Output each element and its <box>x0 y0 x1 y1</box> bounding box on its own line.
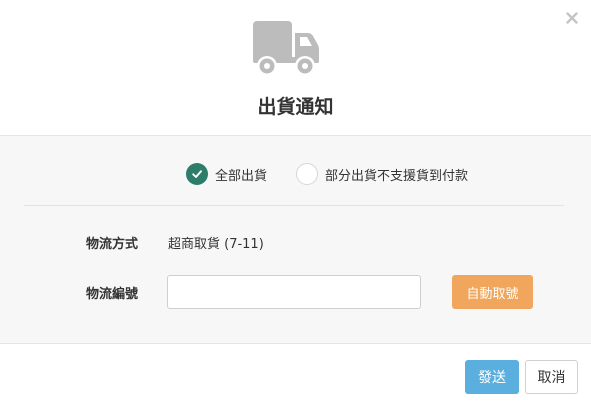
radio-ship-partial[interactable]: 部分出貨不支援貨到付款 <box>296 163 468 185</box>
shipping-option-group: 全部出貨 部分出貨不支援貨到付款 <box>0 163 591 187</box>
radio-unchecked-indicator <box>296 163 318 185</box>
tracking-number-input[interactable] <box>167 275 421 309</box>
radio-ship-partial-label: 部分出貨不支援貨到付款 <box>325 168 469 184</box>
check-icon <box>192 170 202 178</box>
send-button[interactable]: 發送 <box>465 360 519 394</box>
tracking-number-label: 物流編號 <box>86 287 139 302</box>
dialog-footer: 發送 取消 <box>0 345 591 405</box>
truck-icon <box>253 21 319 76</box>
logistics-method-label: 物流方式 <box>86 237 139 252</box>
shipping-notice-dialog: 出貨通知 全部出貨 部分出貨不支援貨到付款 物流方式 超商取貨 (7-11) 物… <box>0 0 591 405</box>
dialog-title: 出貨通知 <box>257 96 334 118</box>
radio-checked-indicator <box>186 163 208 185</box>
logistics-method-value: 超商取貨 (7-11) <box>168 237 264 252</box>
cancel-button[interactable]: 取消 <box>525 360 578 394</box>
radio-ship-all[interactable]: 全部出貨 <box>186 163 267 185</box>
divider <box>24 205 564 206</box>
dialog-header: 出貨通知 <box>0 0 591 136</box>
dialog-body: 全部出貨 部分出貨不支援貨到付款 物流方式 超商取貨 (7-11) 物流編號 自… <box>0 136 591 344</box>
auto-fetch-number-button[interactable]: 自動取號 <box>452 275 533 309</box>
radio-ship-all-label: 全部出貨 <box>215 168 268 184</box>
